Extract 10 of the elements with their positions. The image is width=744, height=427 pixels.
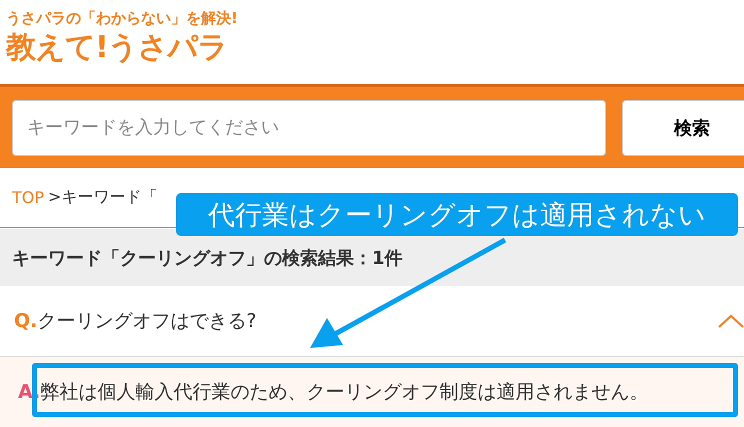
search-field[interactable]: キーワードを入力してください (12, 100, 606, 156)
question-mark-label: Q. (14, 310, 38, 332)
callout-label: 代行業はクーリングオフは適用されない (176, 193, 738, 236)
chevron-up-icon[interactable] (718, 314, 744, 328)
question-text[interactable]: クーリングオフはできる? (37, 308, 256, 334)
search-button[interactable]: 検索 (622, 100, 744, 156)
results-heading: キーワード「クーリングオフ」の検索結果：1件 (0, 229, 744, 286)
breadcrumb-text: >キーワード「 (48, 187, 158, 208)
site-tagline: うさパラの「わからない」を解決! (6, 8, 239, 28)
answer-text: 弊社は個人輸入代行業のため、クーリングオフ制度は適用されません。 (40, 380, 648, 405)
